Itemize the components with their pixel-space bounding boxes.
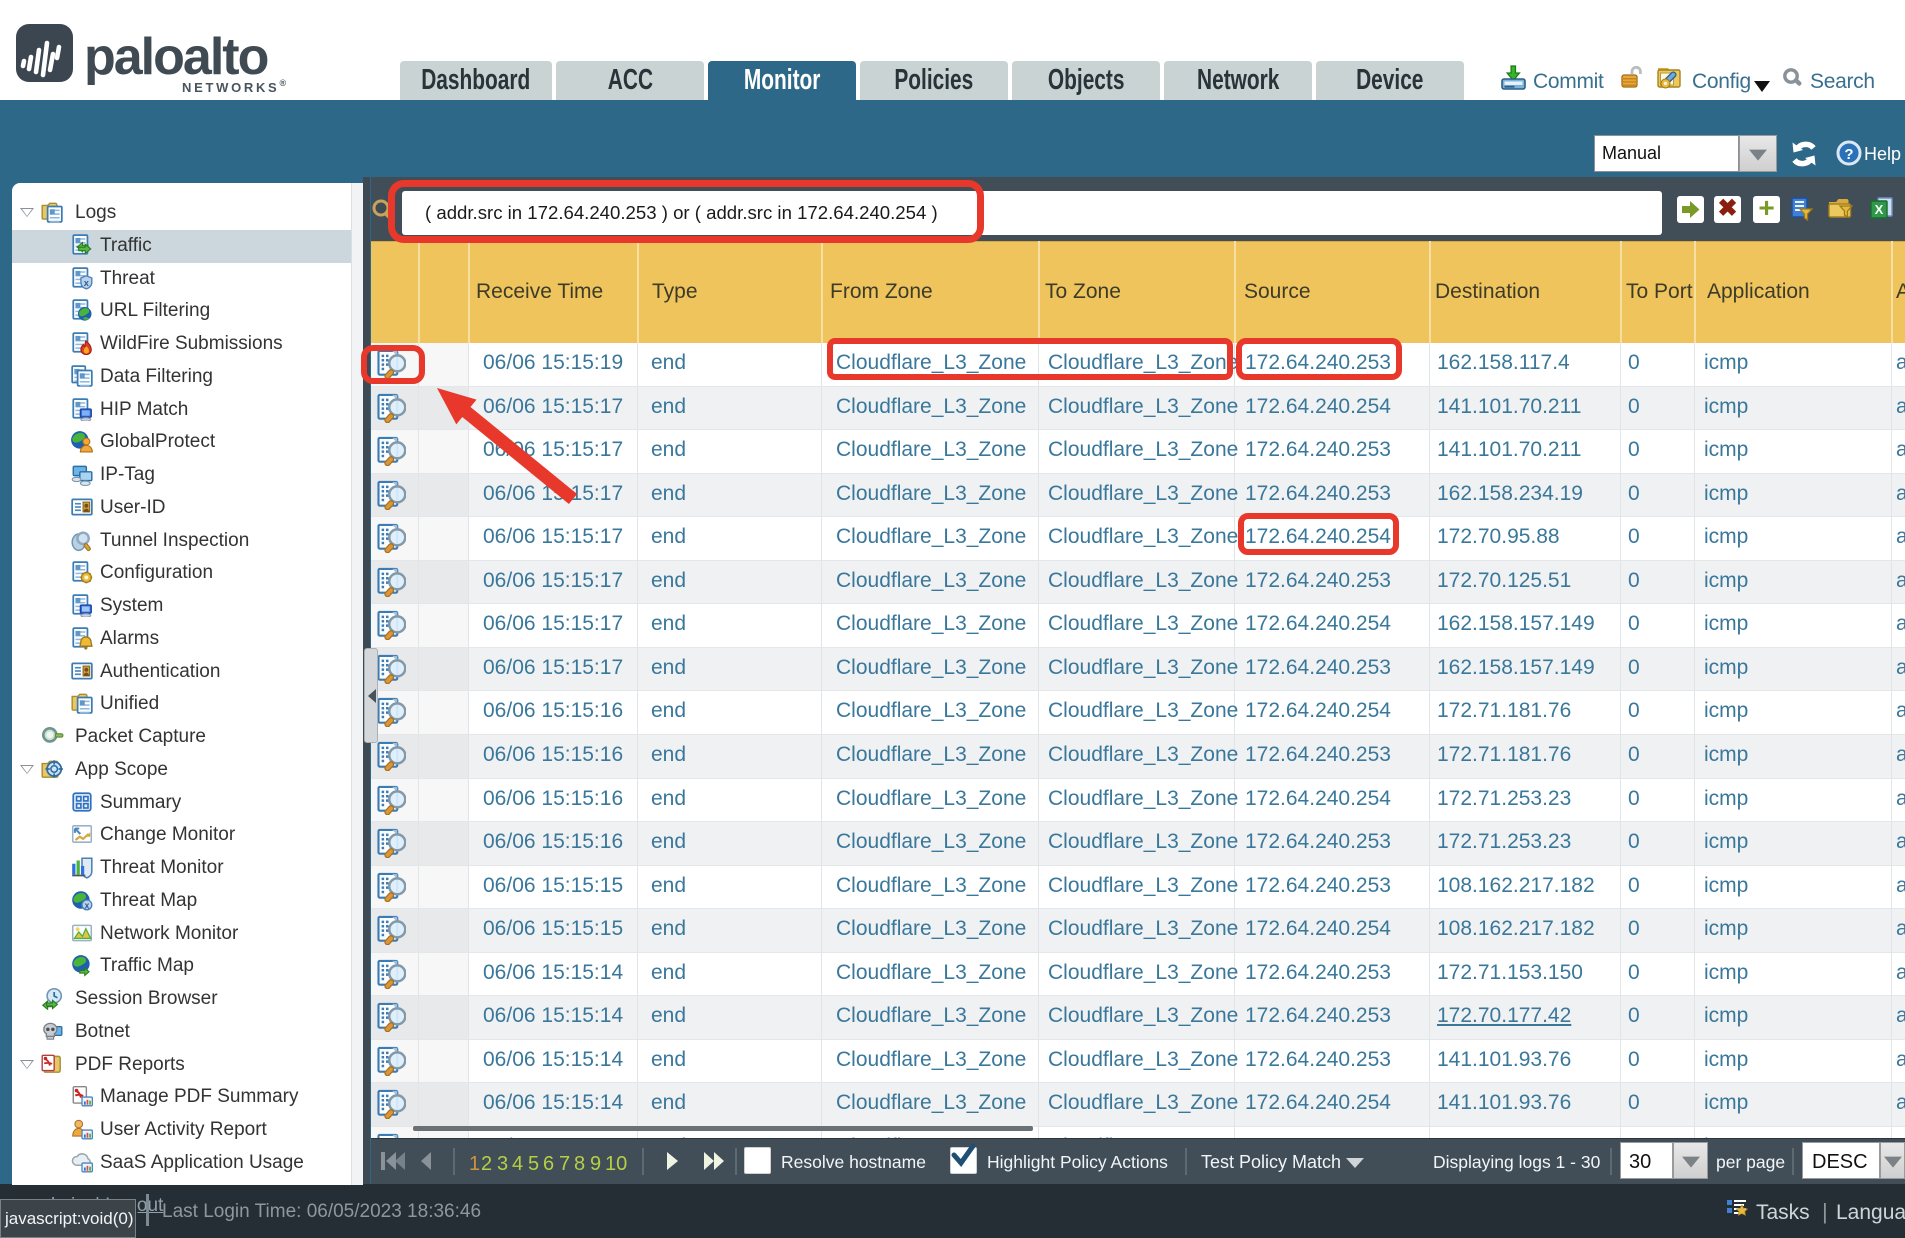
svg-text:x: x [84, 900, 89, 910]
svg-text:x: x [84, 277, 90, 287]
